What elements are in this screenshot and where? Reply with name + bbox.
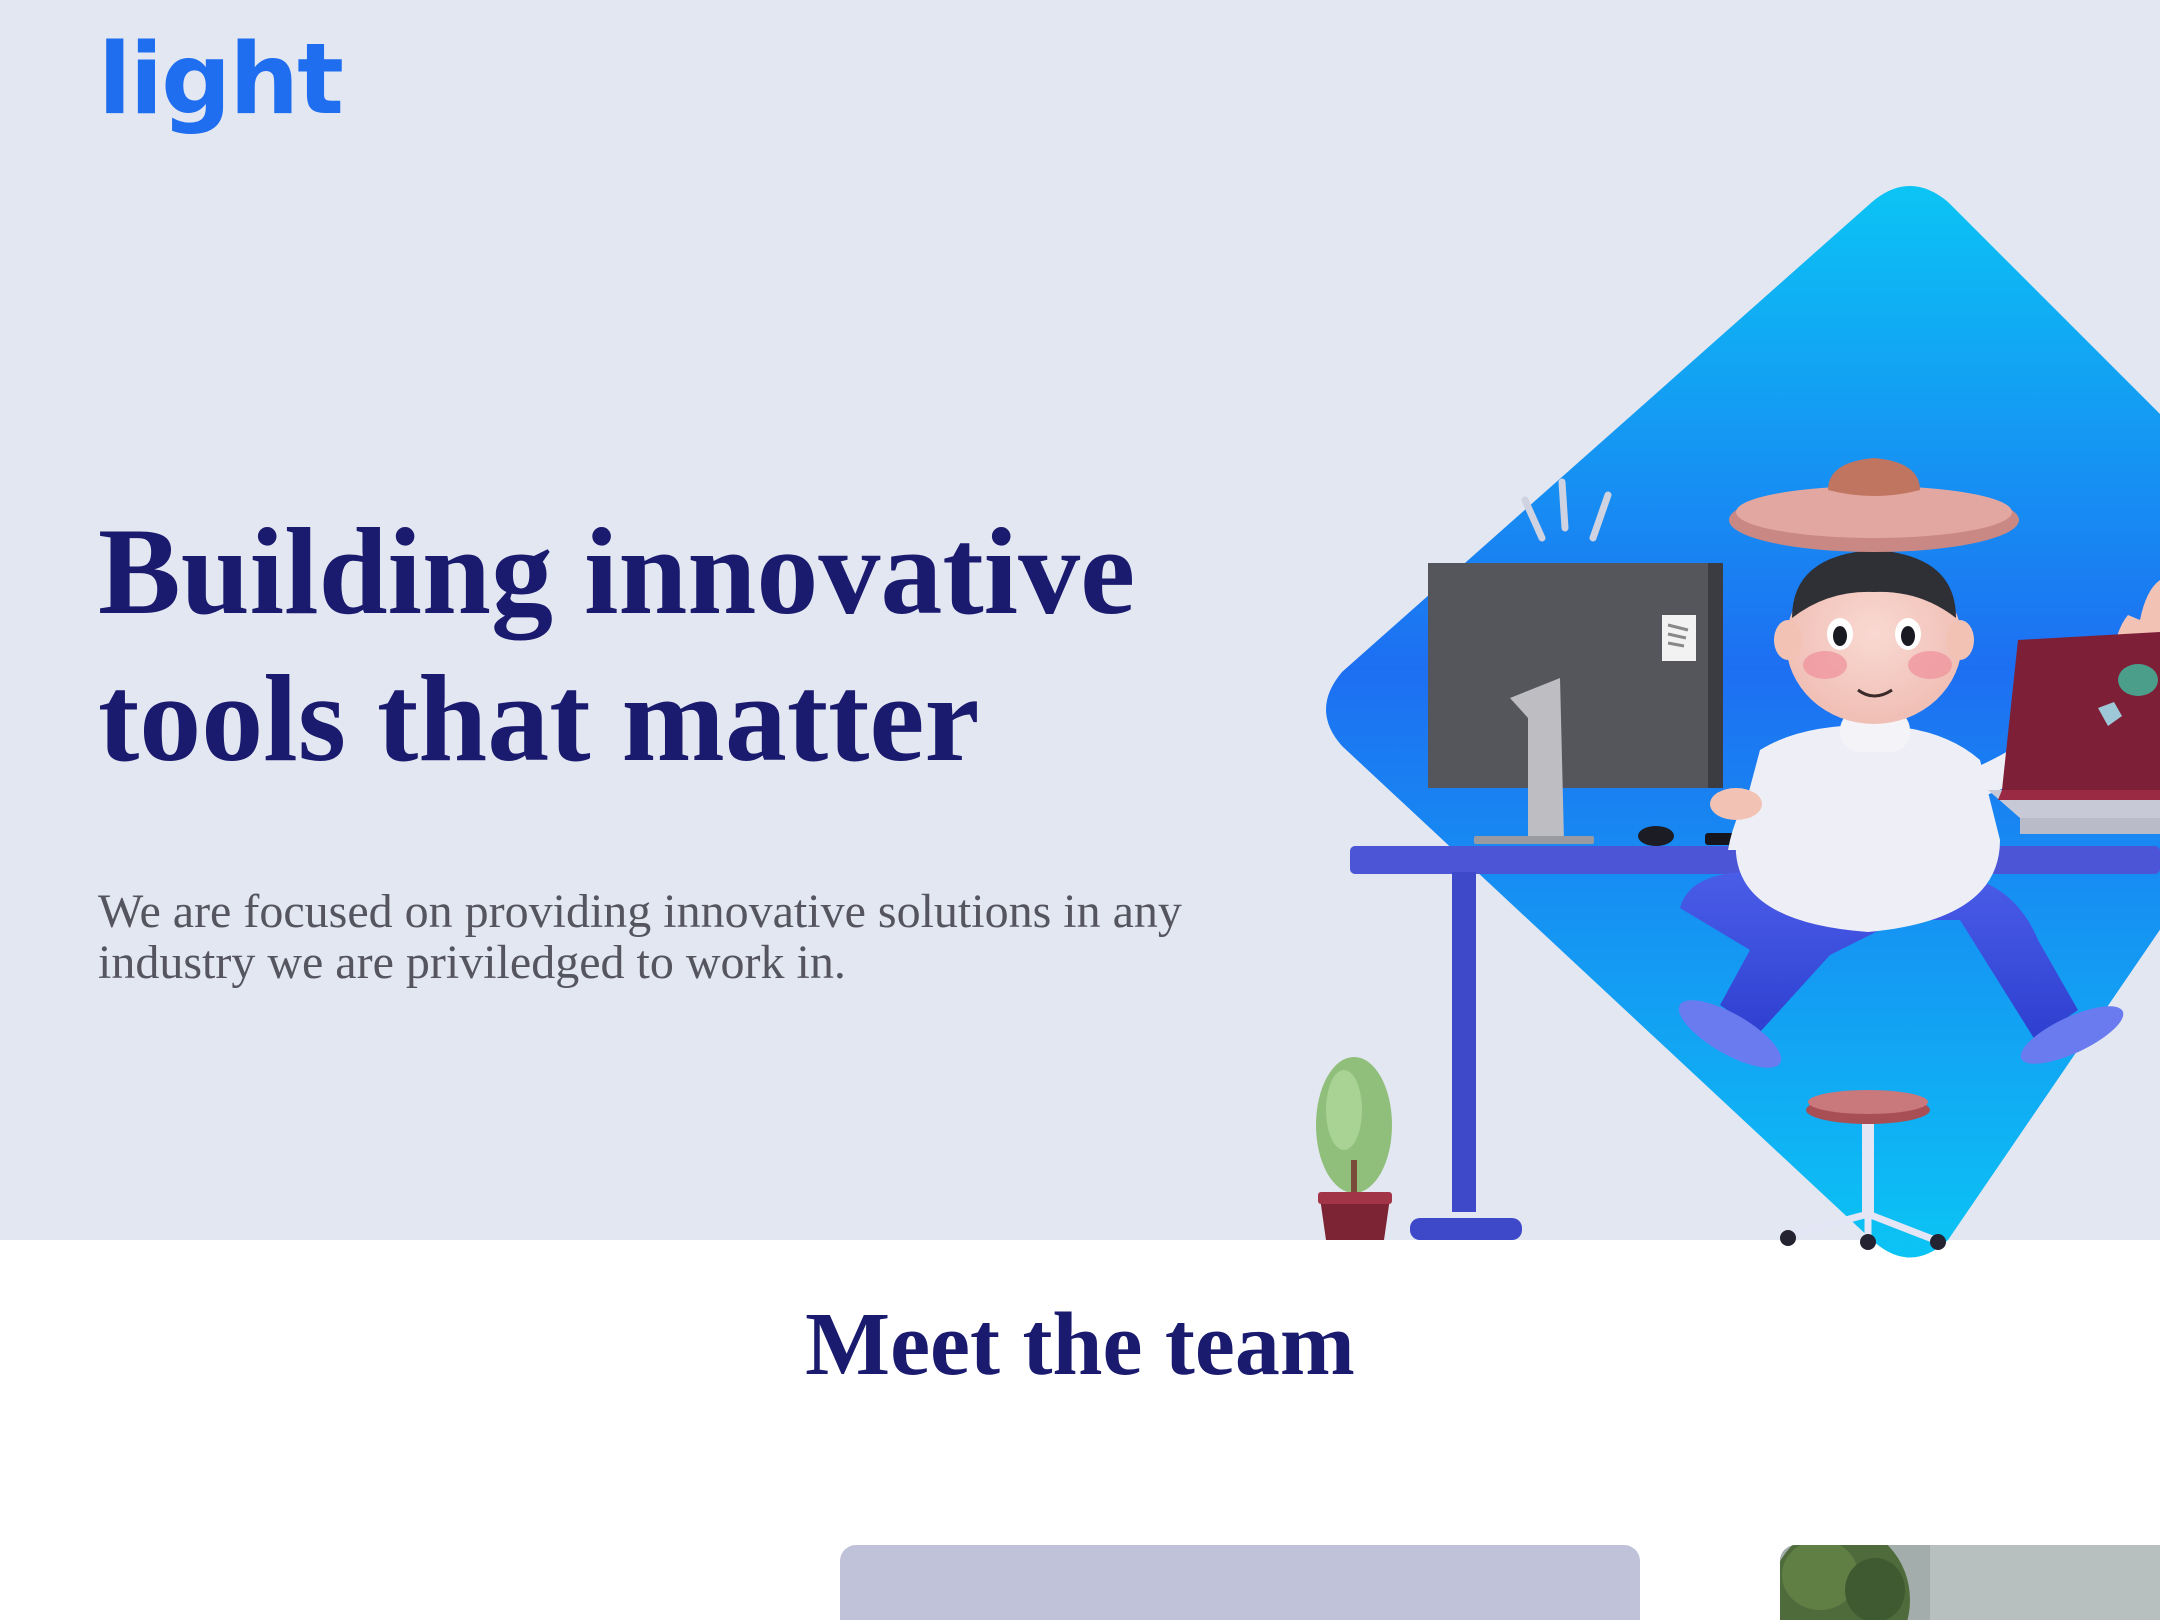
- hero-headline: Building innovative tools that matter: [98, 498, 1298, 792]
- hero-headline-line-1: Building innovative: [98, 503, 1136, 640]
- hero-section: light Building innovative tools that mat…: [0, 0, 2160, 1258]
- mouse-icon: [1638, 826, 1674, 846]
- hero-headline-line-2: tools that matter: [98, 650, 980, 787]
- page: light Building innovative tools that mat…: [0, 0, 2160, 1620]
- team-member-photo: [1780, 1545, 2160, 1620]
- logo-link[interactable]: light: [98, 22, 344, 140]
- team-member-card[interactable]: [1780, 1545, 2160, 1620]
- team-member-card[interactable]: [840, 1545, 1640, 1620]
- hero-subtext-line-1: We are focused on providing innovative s…: [98, 885, 1182, 938]
- person-at-desk-illustration: [1316, 186, 2160, 1258]
- hero-subtext: We are focused on providing innovative s…: [98, 886, 1298, 988]
- team-section-title: Meet the team: [805, 1295, 1355, 1394]
- hero-subtext-line-2: industry we are priviledged to work in.: [98, 936, 846, 989]
- plant-icon: [1316, 1057, 1392, 1240]
